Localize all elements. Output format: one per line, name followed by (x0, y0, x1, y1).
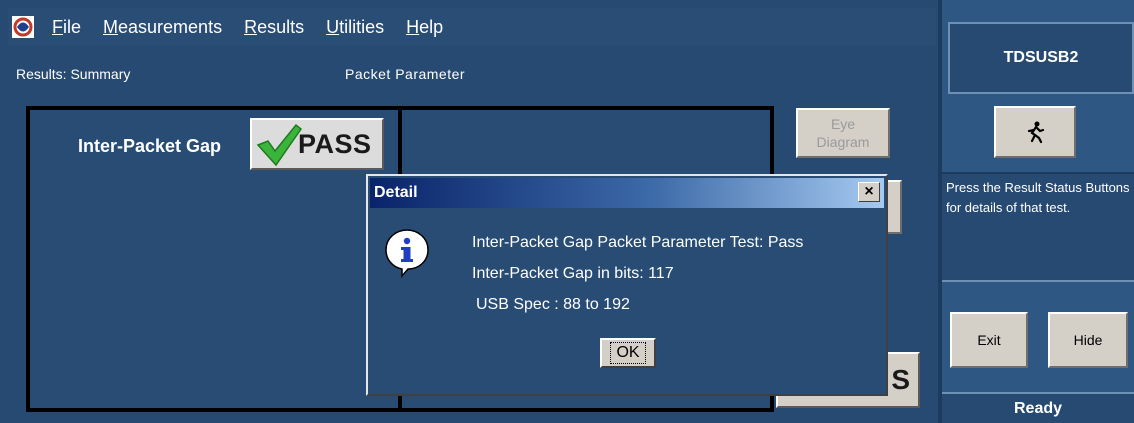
menu-bar: File Measurements Results Utilities Help (8, 8, 936, 46)
menu-measurements[interactable]: Measurements (103, 17, 222, 38)
results-summary-label: Results: Summary (16, 66, 131, 82)
ok-button[interactable]: OK (600, 338, 656, 368)
ok-label: OK (610, 342, 646, 364)
pass-label: PASS (298, 128, 372, 159)
app-icon[interactable] (10, 14, 36, 40)
dialog-title: Detail (370, 178, 884, 208)
menu-help[interactable]: Help (406, 17, 443, 38)
menu-file[interactable]: File (52, 17, 81, 38)
eye-diagram-label-line1: Eye (830, 116, 856, 132)
check-icon (256, 123, 303, 167)
app-title-box: TDSUSB2 (948, 22, 1134, 94)
run-icon (1027, 121, 1045, 144)
hide-button[interactable]: Hide (1048, 312, 1128, 368)
close-icon[interactable]: × (858, 182, 880, 202)
exit-button[interactable]: Exit (950, 312, 1028, 368)
pass-partial-label: S (891, 364, 910, 395)
packet-parameter-label: Packet Parameter (345, 66, 466, 82)
dialog-value-line: Inter-Packet Gap in bits: 117 (472, 265, 674, 282)
status-bar: Ready (942, 392, 1134, 423)
info-text: Press the Result Status Buttons for deta… (942, 172, 1134, 282)
run-button[interactable] (994, 106, 1076, 158)
dialog-result-line: Inter-Packet Gap Packet Parameter Test: … (472, 234, 804, 251)
inter-packet-gap-label: Inter-Packet Gap (78, 136, 222, 156)
menu-results[interactable]: Results (244, 17, 304, 38)
inter-packet-gap-pass-button[interactable]: PASS (250, 118, 384, 170)
info-icon (385, 229, 429, 278)
dialog-spec-line: USB Spec : 88 to 192 (476, 296, 630, 313)
eye-diagram-label-line2: Diagram (816, 134, 870, 150)
detail-dialog: Detail × Inter-Packet Gap Packet Paramet… (366, 174, 888, 396)
menu-utilities[interactable]: Utilities (326, 17, 384, 38)
eye-diagram-button[interactable]: Eye Diagram (796, 108, 890, 158)
